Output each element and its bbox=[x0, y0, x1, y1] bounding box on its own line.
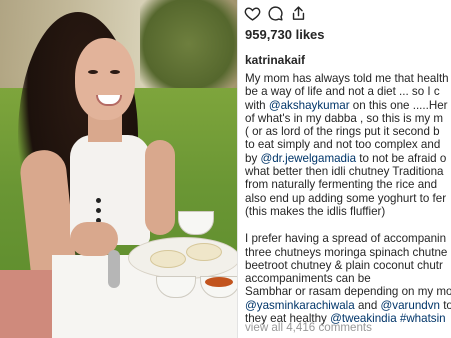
caption-text: on this one .....Her bbox=[349, 98, 448, 112]
caption-line: @yasminkarachiwala and @varundvn to bbox=[245, 299, 451, 312]
photo-eye bbox=[88, 70, 98, 74]
photo-top-button bbox=[96, 208, 101, 213]
caption-line: with @akshaykumar on this one .....Her bbox=[245, 99, 451, 112]
caption-text: by bbox=[245, 151, 261, 165]
caption-text: to eat simply and not too complex and bbox=[245, 138, 441, 152]
caption-line: of what's in my dabba , so this is my m bbox=[245, 112, 451, 125]
post-caption: My mom has always told me that health be … bbox=[245, 72, 451, 325]
photo-chutney bbox=[205, 277, 233, 287]
caption-line: from naturally fermenting the rice and bbox=[245, 178, 451, 191]
caption-text: ( or as lord of the rings put it second … bbox=[245, 125, 440, 139]
caption-line: I prefer having a spread of accompanin bbox=[245, 232, 451, 245]
caption-text: and bbox=[354, 298, 381, 312]
caption-text: beetroot chutney & plain coconut chutr bbox=[245, 258, 443, 272]
caption-text: what better then idli chutney Traditiona bbox=[245, 165, 444, 179]
caption-text: (this makes the idlis fluffier) bbox=[245, 204, 386, 218]
photo-spoon bbox=[108, 250, 120, 288]
caption-line: My mom has always told me that health bbox=[245, 72, 451, 85]
caption-paragraph: I prefer having a spread of accompanin th… bbox=[245, 232, 451, 325]
comment-icon[interactable] bbox=[267, 5, 284, 23]
caption-text: I prefer having a spread of accompanin bbox=[245, 232, 447, 246]
caption-text: from naturally fermenting the rice and bbox=[245, 178, 438, 192]
photo-top-button bbox=[96, 198, 101, 203]
caption-text: also end up adding some yoghurt to fer bbox=[245, 191, 447, 205]
caption-text: with bbox=[245, 98, 269, 112]
caption-line: also end up adding some yoghurt to fer bbox=[245, 192, 451, 205]
caption-text: My mom has always told me that health bbox=[245, 72, 449, 85]
caption-line: (this makes the idlis fluffier) bbox=[245, 205, 451, 218]
caption-line: ( or as lord of the rings put it second … bbox=[245, 125, 451, 138]
post-username[interactable]: katrinakaif bbox=[245, 53, 305, 67]
mention-link[interactable]: @yasminkarachiwala bbox=[245, 299, 355, 312]
post-photo bbox=[0, 0, 237, 338]
caption-text: accompaniments can be bbox=[245, 272, 371, 286]
photo-idli bbox=[150, 250, 186, 268]
caption-line: beetroot chutney & plain coconut chutr bbox=[245, 259, 451, 272]
photo-right-arm bbox=[145, 140, 175, 235]
mention-link[interactable]: @akshaykumar bbox=[269, 99, 350, 112]
caption-line: be a way of life and not a diet ... so I… bbox=[245, 85, 451, 98]
photo-eye bbox=[110, 70, 120, 74]
caption-line: accompaniments can be bbox=[245, 272, 451, 285]
caption-line: three chutneys moringa spinach chutne bbox=[245, 246, 451, 259]
caption-line: Sambhar or rasam depending on my mo bbox=[245, 285, 451, 298]
view-all-comments-link[interactable]: view all 4,416 comments bbox=[245, 321, 372, 334]
photo-idli bbox=[186, 243, 222, 261]
heart-icon[interactable] bbox=[244, 5, 261, 23]
caption-text: to not be afraid o bbox=[356, 151, 447, 165]
action-bar bbox=[244, 5, 307, 23]
caption-text: Sambhar or rasam depending on my mo bbox=[245, 285, 451, 299]
caption-text: be a way of life and not a diet ... so I… bbox=[245, 85, 440, 99]
caption-line: what better then idli chutney Traditiona bbox=[245, 165, 451, 178]
likes-count[interactable]: 959,730 likes bbox=[245, 27, 325, 42]
caption-text: three chutneys moringa spinach chutne bbox=[245, 245, 448, 259]
mention-link[interactable]: @dr.jewelgamadia bbox=[260, 152, 356, 165]
caption-line: by @dr.jewelgamadia to not be afraid o bbox=[245, 152, 451, 165]
share-icon[interactable] bbox=[290, 5, 307, 23]
caption-paragraph: My mom has always told me that health be … bbox=[245, 72, 451, 218]
post-panel: 959,730 likes katrinakaif My mom has alw… bbox=[237, 0, 451, 338]
caption-line: to eat simply and not too complex and bbox=[245, 138, 451, 151]
caption-text: of what's in my dabba , so this is my m bbox=[245, 111, 444, 125]
mention-link[interactable]: @varundvn bbox=[381, 299, 440, 312]
photo-face bbox=[75, 38, 135, 120]
caption-paragraph-gap bbox=[245, 218, 451, 232]
caption-text: to bbox=[443, 298, 451, 312]
